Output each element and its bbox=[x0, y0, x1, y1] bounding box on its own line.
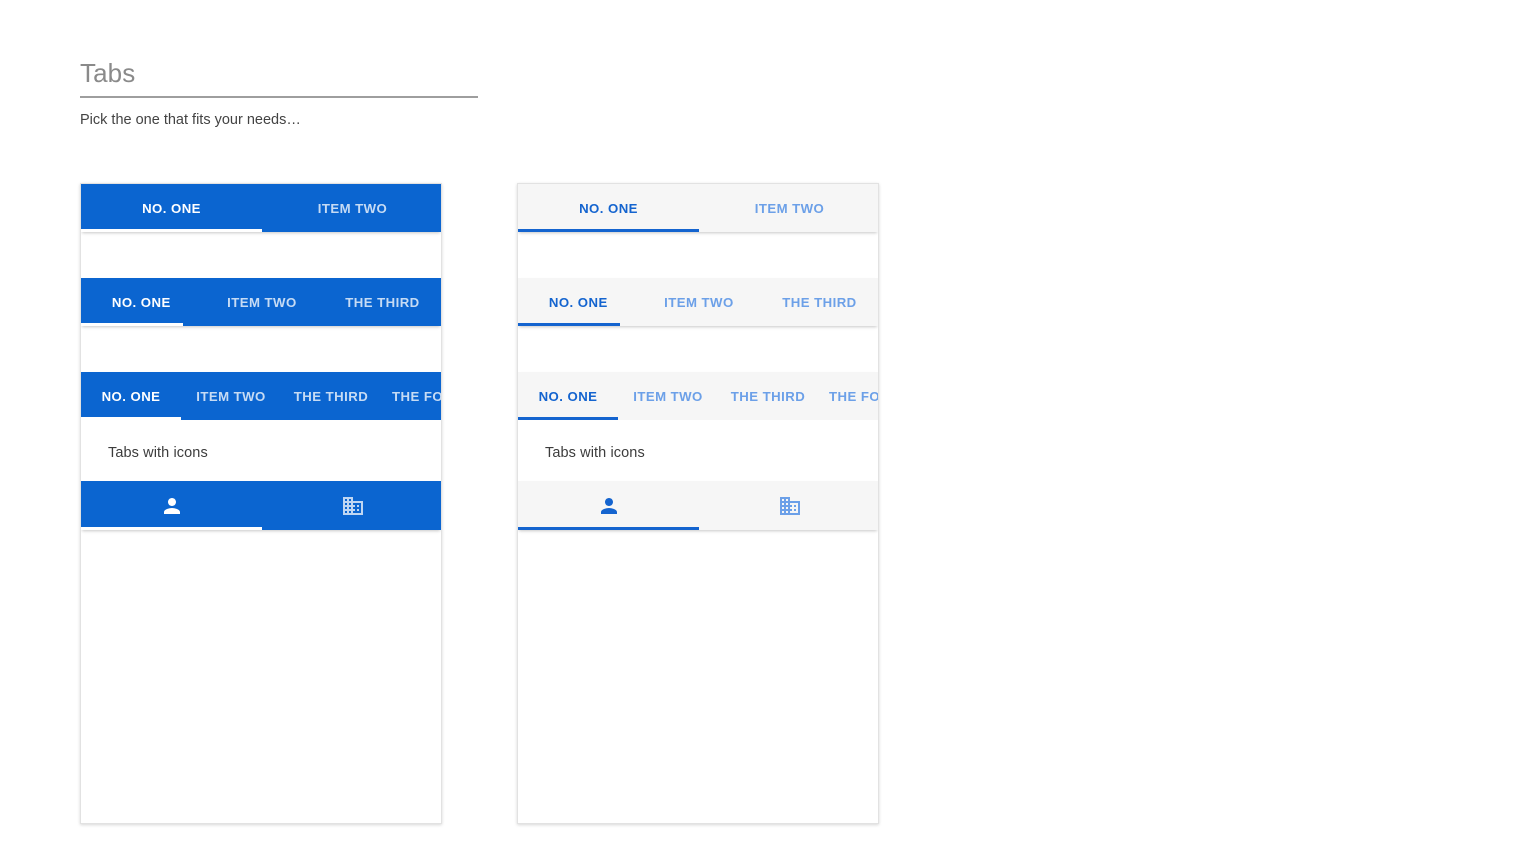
business-icon bbox=[341, 494, 365, 518]
tab-item-two[interactable]: ITEM TWO bbox=[639, 278, 760, 326]
tab-bar-three[interactable]: NO. ONE ITEM TWO THE THIRD bbox=[81, 278, 441, 326]
tab-bar-two[interactable]: NO. ONE ITEM TWO bbox=[518, 184, 878, 232]
tab-item-two[interactable]: ITEM TWO bbox=[181, 372, 281, 420]
tab-label: NO. ONE bbox=[538, 388, 598, 404]
tab-panel-content-three bbox=[81, 326, 441, 372]
tab-item-two[interactable]: ITEM TWO bbox=[699, 184, 878, 232]
tab-the-third[interactable]: THE THIRD bbox=[718, 372, 818, 420]
tabs-with-icons-label: Tabs with icons bbox=[545, 445, 645, 461]
tab-panel-content-scrollable: Tabs with icons bbox=[81, 420, 441, 481]
tab-bar-icons[interactable] bbox=[518, 481, 878, 530]
tab-the-third[interactable]: THE THIRD bbox=[322, 278, 441, 326]
page-title-rule bbox=[80, 96, 478, 98]
tab-the-fourth[interactable]: THE FOURTH bbox=[818, 372, 878, 420]
tab-label: THE THIRD bbox=[730, 388, 806, 404]
page-header: Tabs bbox=[80, 56, 478, 98]
blue-tabs-panel: NO. ONE ITEM TWO NO. ONE ITEM TWO THE TH… bbox=[80, 183, 442, 824]
tab-bar-two[interactable]: NO. ONE ITEM TWO bbox=[81, 184, 441, 232]
tab-business[interactable] bbox=[699, 481, 878, 530]
business-icon bbox=[778, 494, 802, 518]
tab-label: THE FOURTH bbox=[829, 388, 878, 404]
tab-bar-icons[interactable] bbox=[81, 481, 441, 530]
tab-the-fourth[interactable]: THE FOURTH bbox=[381, 372, 441, 420]
tab-no-one[interactable]: NO. ONE bbox=[518, 372, 618, 420]
tab-business[interactable] bbox=[262, 481, 441, 530]
tab-label: THE THIRD bbox=[782, 294, 857, 310]
tab-item-two[interactable]: ITEM TWO bbox=[262, 184, 441, 232]
light-tabs-panel: NO. ONE ITEM TWO NO. ONE ITEM TWO THE TH… bbox=[517, 183, 879, 824]
tab-item-two[interactable]: ITEM TWO bbox=[202, 278, 323, 326]
tab-label: NO. ONE bbox=[101, 388, 161, 404]
page-title: Tabs bbox=[80, 58, 136, 88]
tab-panel-content-three bbox=[518, 326, 878, 372]
page-subtitle: Pick the one that fits your needs… bbox=[80, 112, 301, 128]
person-icon bbox=[597, 494, 621, 518]
tab-panel-content-two bbox=[518, 232, 878, 278]
tab-label: NO. ONE bbox=[548, 294, 608, 310]
active-tab-indicator bbox=[81, 323, 183, 326]
tab-no-one[interactable]: NO. ONE bbox=[518, 278, 639, 326]
tab-no-one[interactable]: NO. ONE bbox=[81, 372, 181, 420]
active-tab-indicator bbox=[81, 229, 262, 232]
tab-person[interactable] bbox=[518, 481, 699, 530]
person-icon bbox=[160, 494, 184, 518]
tab-panel-content-icons bbox=[81, 530, 441, 823]
active-tab-indicator bbox=[518, 323, 620, 326]
tab-label: ITEM TWO bbox=[196, 388, 266, 404]
tab-label: ITEM TWO bbox=[633, 388, 703, 404]
tab-no-one[interactable]: NO. ONE bbox=[81, 278, 202, 326]
tab-panel-content-two bbox=[81, 232, 441, 278]
tab-item-two[interactable]: ITEM TWO bbox=[618, 372, 718, 420]
tab-label: THE FOURTH bbox=[392, 388, 441, 404]
tab-label: THE THIRD bbox=[345, 294, 420, 310]
tab-label: ITEM TWO bbox=[317, 200, 388, 216]
tab-the-third[interactable]: THE THIRD bbox=[759, 278, 878, 326]
tab-bar-scrollable[interactable]: NO. ONE ITEM TWO THE THIRD THE FOURTH TH… bbox=[81, 372, 441, 420]
tab-bar-scrollable[interactable]: NO. ONE ITEM TWO THE THIRD THE FOURTH TH… bbox=[518, 372, 878, 420]
tab-label: NO. ONE bbox=[579, 200, 638, 216]
tab-label: NO. ONE bbox=[142, 200, 201, 216]
tab-no-one[interactable]: NO. ONE bbox=[81, 184, 262, 232]
tab-no-one[interactable]: NO. ONE bbox=[518, 184, 699, 232]
tab-panel-content-icons bbox=[518, 530, 878, 823]
active-tab-indicator bbox=[518, 229, 699, 232]
tab-label: NO. ONE bbox=[111, 294, 171, 310]
tab-bar-three[interactable]: NO. ONE ITEM TWO THE THIRD bbox=[518, 278, 878, 326]
tab-the-third[interactable]: THE THIRD bbox=[281, 372, 381, 420]
tab-person[interactable] bbox=[81, 481, 262, 530]
tabs-with-icons-label: Tabs with icons bbox=[108, 445, 208, 461]
tab-label: ITEM TWO bbox=[227, 294, 297, 310]
active-tab-indicator bbox=[518, 527, 699, 530]
tab-label: THE THIRD bbox=[293, 388, 369, 404]
tab-label: ITEM TWO bbox=[754, 200, 825, 216]
tab-panel-content-scrollable: Tabs with icons bbox=[518, 420, 878, 481]
tab-label: ITEM TWO bbox=[664, 294, 734, 310]
active-tab-indicator bbox=[81, 527, 262, 530]
